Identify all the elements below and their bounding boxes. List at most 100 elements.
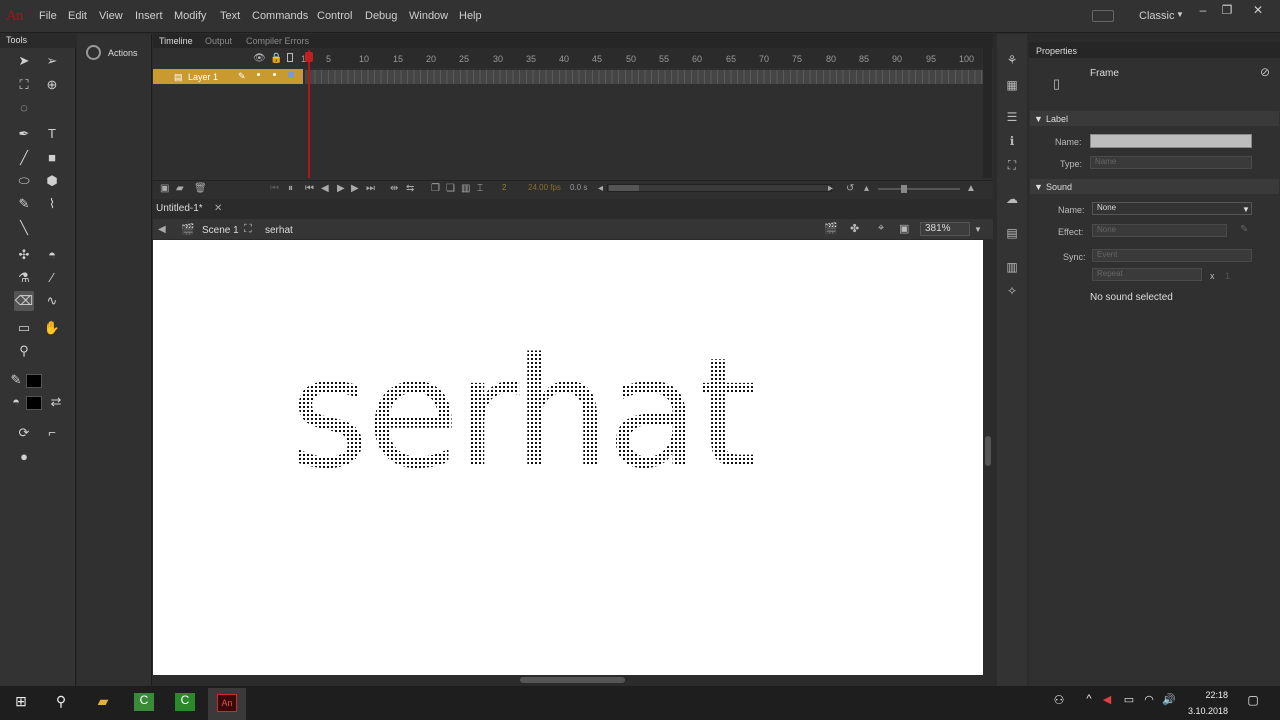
close-button[interactable]: ✕ [1248, 3, 1268, 17]
pause-icon[interactable]: ⏸ [288, 183, 293, 194]
free-transform-tool-icon[interactable]: ⛶ [14, 75, 34, 95]
menu-insert[interactable]: Insert [135, 10, 163, 22]
lock-layers-icon[interactable]: 🔒 [270, 53, 282, 64]
stage-vscroll-thumb[interactable] [985, 436, 991, 466]
lasso-tool-icon[interactable]: ◌ [14, 98, 34, 118]
edit-multiple-frames-icon[interactable]: ▥ [461, 183, 470, 194]
menu-view[interactable]: View [99, 10, 123, 22]
snap-to-objects-icon[interactable]: ⟳ [14, 423, 34, 443]
width-tool-icon[interactable]: ∿ [42, 291, 62, 311]
delete-layer-icon[interactable]: 🗑 [194, 183, 207, 194]
eyedropper-tool-icon[interactable]: ⁄ [42, 268, 62, 288]
subselection-tool-icon[interactable]: ➢ [42, 51, 62, 71]
frame-size-slider[interactable] [878, 188, 960, 190]
properties-title[interactable]: Properties [1036, 46, 1077, 56]
menu-modify[interactable]: Modify [174, 10, 206, 22]
stroke-color-swatch[interactable] [26, 374, 42, 388]
brush-tool-icon[interactable]: ╲ [14, 218, 34, 238]
timeline-hscroll-thumb[interactable] [609, 185, 639, 191]
stage-hscroll-thumb[interactable] [520, 677, 625, 683]
search-icon[interactable]: ⚲ [50, 693, 72, 713]
playhead-handle[interactable] [305, 52, 313, 62]
battery-icon[interactable]: ▭ [1118, 693, 1140, 713]
frame-type-select[interactable]: Name [1090, 156, 1252, 169]
animate-app-icon[interactable]: An [217, 694, 237, 712]
actions-label[interactable]: Actions [108, 48, 138, 58]
transform-panel-icon[interactable]: ⛶ [1003, 158, 1021, 176]
pencil-tool-icon[interactable]: ✎ [14, 194, 34, 214]
back-arrow-icon[interactable]: ◀ [158, 224, 166, 235]
file-explorer-icon[interactable]: ▰ [92, 693, 114, 713]
eraser-tool-icon[interactable]: ⌫ [14, 291, 34, 311]
frame-name-input[interactable] [1090, 134, 1252, 148]
menu-debug[interactable]: Debug [365, 10, 397, 22]
frame-cells[interactable] [305, 70, 983, 84]
go-first-icon[interactable]: ⏮ [305, 183, 314, 194]
sound-section-title[interactable]: Sound [1046, 182, 1072, 192]
menu-edit[interactable]: Edit [68, 10, 87, 22]
zoom-in-frames-icon[interactable]: ▲ [966, 183, 976, 194]
smooth-icon[interactable]: ● [14, 447, 34, 467]
recorder-icon[interactable]: C [175, 693, 195, 711]
library-panel-icon[interactable]: ▥ [1003, 260, 1021, 278]
tab-compiler-errors[interactable]: Compiler Errors [246, 36, 309, 46]
collapse-icon[interactable]: ▼ [1034, 182, 1043, 192]
taskbar-time[interactable]: 22:18 [1186, 690, 1228, 700]
onion-outlines-icon[interactable]: ❏ [446, 183, 455, 194]
action-center-icon[interactable]: ▢ [1242, 693, 1264, 713]
edit-symbols-icon[interactable]: ✤ [850, 222, 859, 235]
actions-icon[interactable] [86, 45, 101, 60]
repeat-select[interactable]: Repeat [1092, 268, 1202, 281]
sync-settings-icon[interactable] [1092, 10, 1114, 22]
minimize-button[interactable]: – [1193, 3, 1213, 17]
go-last-icon[interactable]: ⏭ [366, 183, 375, 194]
scroll-right-icon[interactable]: ▸ [828, 183, 833, 194]
paint-brush-tool-icon[interactable]: ⌇ [42, 194, 62, 214]
straighten-icon[interactable]: ⌐ [42, 423, 62, 443]
current-frame[interactable]: 2 [502, 183, 506, 192]
menu-control[interactable]: Control [317, 10, 352, 22]
repeat-count[interactable]: 1 [1225, 271, 1230, 281]
center-stage-icon[interactable]: ⌖ [878, 222, 884, 235]
layer-outline-swatch[interactable] [288, 72, 294, 78]
menu-window[interactable]: Window [409, 10, 448, 22]
scene-breadcrumb[interactable]: Scene 1 [202, 225, 239, 236]
stage-broken-apart-text[interactable]: serhat [290, 325, 757, 502]
paint-bucket-tool-icon[interactable]: ◓ [42, 245, 62, 265]
ink-bottle-tool-icon[interactable]: ⚗ [14, 268, 34, 288]
menu-text[interactable]: Text [220, 10, 240, 22]
edit-scene-icon[interactable]: 🎬 [824, 222, 838, 235]
oval-tool-icon[interactable]: ⬭ [14, 171, 34, 191]
center-frame-icon[interactable]: ⇹ [390, 183, 398, 194]
fill-color-icon[interactable]: ◓ [6, 392, 26, 412]
collapse-icon[interactable]: ▼ [1034, 114, 1043, 124]
new-folder-icon[interactable]: ▰ [176, 183, 184, 194]
menu-commands[interactable]: Commands [252, 10, 308, 22]
bone-tool-icon[interactable]: ✣ [14, 245, 34, 265]
chevron-down-icon[interactable]: ▼ [1176, 10, 1184, 19]
3d-rotation-tool-icon[interactable]: ⊕ [42, 75, 62, 95]
frame-rate[interactable]: 24.00 fps [528, 183, 561, 192]
tab-output[interactable]: Output [205, 36, 232, 46]
layer-name[interactable]: Layer 1 [188, 72, 218, 82]
zoom-tool-icon[interactable]: ⚲ [14, 341, 34, 361]
loop-icon[interactable]: ⇆ [406, 183, 414, 194]
hand-tool-icon[interactable]: ✋ [42, 318, 62, 338]
step-back-icon[interactable]: ◀ [321, 183, 329, 194]
motion-presets-icon[interactable]: ✧ [1003, 284, 1021, 302]
swatches-panel-icon[interactable]: ▦ [1003, 78, 1021, 96]
sync-select[interactable]: Event [1092, 249, 1252, 262]
info-panel-icon[interactable]: ℹ [1003, 134, 1021, 152]
effect-select[interactable]: None [1092, 224, 1227, 237]
camera-tool-icon[interactable]: ▭ [14, 318, 34, 338]
close-tab-icon[interactable]: ✕ [214, 203, 222, 214]
symbol-breadcrumb[interactable]: serhat [265, 225, 293, 236]
rectangle-tool-icon[interactable]: ■ [42, 148, 62, 168]
step-forward-icon[interactable]: ▶ [351, 183, 359, 194]
clip-content-icon[interactable]: ▣ [899, 222, 909, 235]
new-layer-icon[interactable]: ▣ [160, 183, 169, 194]
document-tab[interactable]: Untitled-1* [156, 203, 203, 214]
play-icon[interactable]: ▶ [337, 183, 345, 194]
color-panel-icon[interactable]: ⚘ [1003, 53, 1021, 71]
timeline-scrollbar[interactable] [983, 48, 992, 178]
